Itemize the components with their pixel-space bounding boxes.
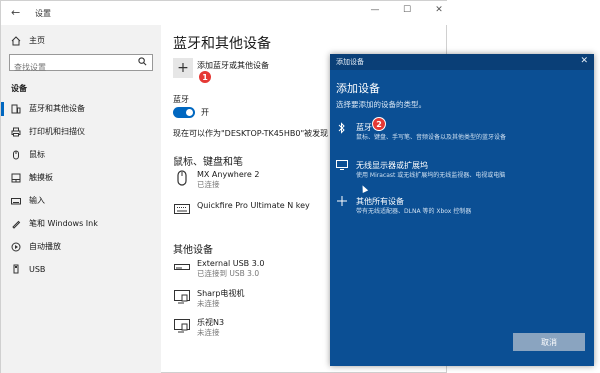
sidebar-item-label: 自动播放 bbox=[29, 242, 61, 251]
sidebar: 主页 设备 蓝牙和其他设备 打印机和扫描仪 鼠标 bbox=[1, 25, 161, 373]
display-icon bbox=[336, 160, 348, 173]
device-item[interactable]: External USB 3.0 已连接到 USB 3.0 bbox=[173, 259, 264, 279]
sidebar-item-input[interactable]: 输入 bbox=[9, 195, 45, 206]
dialog-title: 添加设备 bbox=[336, 82, 380, 95]
option-bluetooth[interactable]: 蓝牙 鼠标、键盘、手写笔、音频设备以及其他类型的蓝牙设备 bbox=[336, 122, 506, 142]
plus-icon bbox=[336, 196, 348, 209]
sidebar-item-touchpad[interactable]: 触摸板 bbox=[9, 172, 53, 183]
device-status: 未连接 bbox=[197, 299, 220, 308]
sidebar-item-label: 打印机和扫描仪 bbox=[29, 127, 85, 136]
window-title: 设置 bbox=[35, 9, 51, 18]
maximize-button[interactable]: ☐ bbox=[402, 5, 412, 15]
device-item[interactable]: Sharp电视机 未连接 bbox=[173, 289, 244, 309]
page-title: 蓝牙和其他设备 bbox=[173, 36, 271, 52]
keyboard-icon bbox=[9, 196, 23, 206]
device-item[interactable]: MX Anywhere 2 已连接 bbox=[173, 170, 259, 190]
sidebar-item-label: 触摸板 bbox=[29, 173, 53, 182]
dialog-title-bar: 添加设备 ✕ bbox=[330, 54, 594, 70]
sidebar-item-label: USB bbox=[29, 264, 46, 274]
option-title: 其他所有设备 bbox=[356, 197, 404, 206]
option-description: 使用 Miracast 或无线扩展坞的无线监视器、电视或电脑 bbox=[356, 172, 506, 179]
devices-icon bbox=[9, 104, 23, 114]
device-item[interactable]: Quickfire Pro Ultimate N key bbox=[173, 201, 310, 217]
plus-icon: + bbox=[177, 60, 189, 76]
close-button[interactable]: ✕ bbox=[434, 5, 444, 15]
device-status: 已连接到 USB 3.0 bbox=[197, 269, 260, 278]
sidebar-item-mouse[interactable]: 鼠标 bbox=[9, 149, 45, 160]
sidebar-section-label: 设备 bbox=[11, 84, 27, 93]
add-device-label[interactable]: 添加蓝牙或其他设备 bbox=[197, 60, 269, 71]
search-input[interactable] bbox=[10, 60, 128, 75]
home-icon bbox=[9, 35, 23, 46]
mouse-cursor-icon bbox=[359, 184, 369, 193]
mouse-icon bbox=[9, 150, 23, 160]
option-description: 带有无线适配器、DLNA 等的 Xbox 控制器 bbox=[356, 208, 472, 215]
device-name: MX Anywhere 2 bbox=[197, 170, 260, 179]
device-name: Quickfire Pro Ultimate N key bbox=[197, 201, 310, 210]
sidebar-item-autoplay[interactable]: 自动播放 bbox=[9, 241, 61, 252]
dialog-window-title: 添加设备 bbox=[336, 58, 364, 66]
sidebar-item-label: 鼠标 bbox=[29, 150, 45, 159]
back-button[interactable]: ← bbox=[11, 6, 20, 19]
active-indicator bbox=[1, 102, 4, 116]
printer-icon bbox=[9, 127, 23, 137]
sidebar-item-usb[interactable]: USB bbox=[9, 264, 45, 274]
mouse-section-heading: 鼠标、键盘和笔 bbox=[173, 157, 243, 168]
sidebar-item-bluetooth[interactable]: 蓝牙和其他设备 bbox=[9, 103, 85, 114]
autoplay-icon bbox=[9, 242, 23, 252]
usb-icon bbox=[9, 264, 23, 274]
window-controls: — ☐ ✕ bbox=[370, 5, 444, 15]
bluetooth-toggle[interactable] bbox=[173, 107, 195, 118]
discoverable-text: 现在可以作为"DESKTOP-TK45HB0"被发现 bbox=[173, 129, 329, 138]
step-badge-1: 1 bbox=[198, 70, 212, 84]
title-bar: ← 设置 — ☐ ✕ bbox=[1, 1, 448, 25]
device-status: 未连接 bbox=[197, 328, 220, 337]
sidebar-item-label: 蓝牙和其他设备 bbox=[29, 104, 85, 113]
tv-icon bbox=[173, 318, 191, 334]
tv-icon bbox=[173, 289, 191, 305]
step-badge-2: 2 bbox=[372, 117, 386, 131]
bluetooth-label: 蓝牙 bbox=[173, 95, 189, 104]
add-device-button[interactable]: + bbox=[173, 58, 193, 78]
option-title: 无线显示器或扩展坞 bbox=[356, 161, 428, 170]
cancel-button[interactable]: 取消 bbox=[513, 333, 585, 351]
device-name: Sharp电视机 bbox=[197, 289, 245, 298]
device-status: 已连接 bbox=[197, 180, 220, 189]
option-wireless-display[interactable]: 无线显示器或扩展坞 使用 Miracast 或无线扩展坞的无线监视器、电视或电脑 bbox=[336, 160, 505, 180]
minimize-button[interactable]: — bbox=[370, 5, 380, 15]
drive-icon bbox=[173, 259, 191, 275]
device-item[interactable]: 乐视N3 未连接 bbox=[173, 318, 224, 338]
sidebar-item-home[interactable]: 主页 bbox=[9, 35, 45, 46]
option-description: 鼠标、键盘、手写笔、音频设备以及其他类型的蓝牙设备 bbox=[356, 134, 507, 141]
dialog-close-button[interactable]: ✕ bbox=[580, 56, 588, 66]
device-name: External USB 3.0 bbox=[197, 259, 265, 268]
option-everything-else[interactable]: 其他所有设备 带有无线适配器、DLNA 等的 Xbox 控制器 bbox=[336, 196, 471, 216]
other-section-heading: 其他设备 bbox=[173, 245, 213, 256]
keyboard-icon bbox=[173, 201, 191, 217]
device-name: 乐视N3 bbox=[197, 318, 225, 327]
mouse-icon bbox=[173, 170, 191, 186]
sidebar-item-label: 输入 bbox=[29, 196, 45, 205]
toggle-state-text: 开 bbox=[201, 108, 209, 117]
sidebar-item-pen[interactable]: 笔和 Windows Ink bbox=[9, 218, 98, 229]
sidebar-item-label: 笔和 Windows Ink bbox=[29, 219, 98, 228]
sidebar-item-printers[interactable]: 打印机和扫描仪 bbox=[9, 126, 85, 137]
sidebar-item-label: 主页 bbox=[29, 36, 45, 45]
touchpad-icon bbox=[9, 173, 23, 183]
add-device-dialog: 添加设备 ✕ 添加设备 选择要添加的设备的类型。 蓝牙 鼠标、键盘、手写笔、音频… bbox=[330, 54, 594, 366]
dialog-subtitle: 选择要添加的设备的类型。 bbox=[336, 100, 426, 109]
pen-icon bbox=[9, 219, 23, 229]
bluetooth-icon bbox=[336, 122, 348, 137]
search-field[interactable] bbox=[9, 54, 153, 75]
search-icon bbox=[138, 57, 147, 69]
